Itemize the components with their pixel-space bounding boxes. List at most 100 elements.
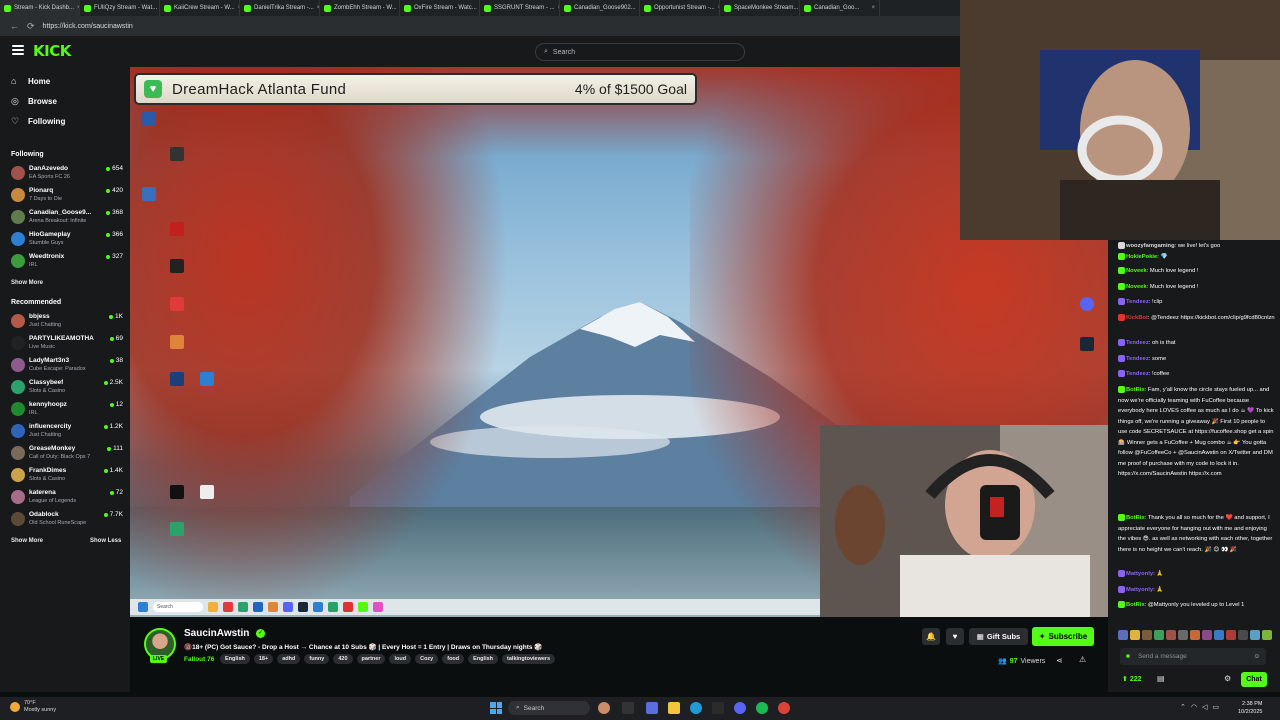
emote-icon[interactable] (1202, 630, 1212, 640)
emote-icon[interactable] (1118, 630, 1128, 640)
discord-icon[interactable] (734, 702, 746, 714)
browser-tab[interactable]: SpaceMonkee Stream...× (720, 0, 800, 16)
stream-tag[interactable]: 420 (333, 654, 353, 664)
kick-logo[interactable]: KICK (33, 42, 71, 60)
chat-username[interactable]: Noveek (1126, 268, 1147, 274)
chat-username[interactable]: HokiePokie (1126, 254, 1157, 260)
emote-icon[interactable] (1262, 630, 1272, 640)
wifi-icon[interactable]: ◠ (1191, 703, 1197, 711)
system-tray[interactable]: ⌃ ◠ ◁ ▭ (1180, 703, 1219, 711)
chat-username[interactable]: KickBot (1126, 315, 1148, 321)
stream-tag[interactable]: loud (389, 654, 412, 664)
stream-tag[interactable]: adhd (277, 654, 301, 664)
settings-icon[interactable]: ⚙ (1224, 674, 1231, 683)
volume-icon[interactable]: ◁ (1202, 703, 1207, 711)
report-icon[interactable]: ⚠ (1079, 655, 1086, 664)
avatar-icon[interactable] (598, 702, 610, 714)
sidebar-channel[interactable]: PARTYLIKEAMOTHA Live Music 69 (11, 333, 123, 353)
sidebar-channel[interactable]: DanAzevedo EA Sports FC 26 654 (11, 163, 123, 183)
sidebar-channel[interactable]: LadyMart3n3 Cube Escape: Paradox 38 (11, 355, 123, 375)
sidebar-channel[interactable]: bbjess Just Chatting 1K (11, 311, 123, 331)
edge-icon[interactable] (690, 702, 702, 714)
emote-icon[interactable] (1142, 630, 1152, 640)
copilot-icon[interactable] (646, 702, 658, 714)
url-text[interactable]: https://kick.com/saucinawstin (43, 23, 133, 30)
chat-input[interactable]: ■ Send a message ☺ (1120, 648, 1266, 665)
stream-tag[interactable]: 18+ (253, 654, 274, 664)
browser-tab[interactable]: DanielTrika Stream -... × (240, 0, 320, 16)
emote-icon[interactable] (1166, 630, 1176, 640)
app-icon[interactable] (712, 702, 724, 714)
emoji-icon[interactable]: ☺ (1253, 653, 1260, 660)
back-icon[interactable]: ← (10, 21, 19, 31)
task-view-icon[interactable] (622, 702, 634, 714)
sidebar-channel[interactable]: Odablock Old School RuneScape 7.7K (11, 509, 123, 529)
emote-icon[interactable] (1238, 630, 1248, 640)
sidebar-channel[interactable]: Weedtronix IRL 327 (11, 251, 123, 271)
gift-subs-button[interactable]: ▦ Gift Subs (969, 628, 1028, 645)
stream-category[interactable]: Fallout 76 (184, 656, 214, 663)
recommended-show-less-button[interactable]: Show Less (90, 538, 121, 544)
chat-username[interactable]: Noveek (1126, 284, 1147, 290)
sidebar-channel[interactable]: GreaseMonkey Call of Duty: Black Ops 7 111 (11, 443, 123, 463)
following-show-more-button[interactable]: Show More (11, 280, 43, 286)
chat-send-button[interactable]: Chat (1241, 672, 1267, 687)
browser-tab[interactable]: KaiiCrew Stream - W...× (160, 0, 240, 16)
chat-points[interactable]: ⬆ 222 (1122, 675, 1142, 683)
browser-tab[interactable]: Stream - Kick Dashb...× (0, 0, 80, 16)
battery-icon[interactable]: ▭ (1212, 703, 1219, 711)
stream-tag[interactable]: food (442, 654, 465, 664)
sidebar-channel[interactable]: Canadian_Goose9... Arena Breakout: Infini… (11, 207, 123, 227)
emote-icon[interactable] (1226, 630, 1236, 640)
calendar-icon[interactable]: ▤ (1157, 674, 1165, 683)
stream-tag[interactable]: Cozy (415, 654, 439, 664)
chat-username[interactable]: BotRix (1126, 515, 1145, 521)
emote-icon[interactable] (1190, 630, 1200, 640)
stream-tag[interactable]: funny (304, 654, 330, 664)
browser-tab[interactable]: OxFire Stream - Watc...× (400, 0, 480, 16)
nav-following[interactable]: ♡ Following (11, 117, 65, 127)
chat-username[interactable]: woozyfamgaming (1126, 243, 1175, 249)
weather-widget[interactable]: 70°F Mostly sunny (10, 700, 56, 714)
chat-username[interactable]: Tendeez (1126, 340, 1149, 346)
spotify-icon[interactable] (756, 702, 768, 714)
windows-search-input[interactable]: ⌕ Search (508, 701, 590, 715)
share-icon[interactable]: ⋖ (1056, 656, 1063, 665)
sidebar-channel[interactable]: HioGameplay Stumble Guys 366 (11, 229, 123, 249)
browser-tab[interactable]: Opportunist Stream -...× (640, 0, 720, 16)
close-tab-icon[interactable]: × (871, 5, 875, 11)
chrome-icon[interactable] (778, 702, 790, 714)
emote-icon[interactable] (1250, 630, 1260, 640)
sidebar-channel[interactable]: Classybeef Slots & Casino 2.5K (11, 377, 123, 397)
nav-home[interactable]: ⌂ Home (11, 77, 50, 87)
follow-button[interactable]: ♥ (946, 628, 964, 645)
sidebar-channel[interactable]: FrankDimes Slots & Casino 1.4K (11, 465, 123, 485)
chat-username[interactable]: Tendeez (1126, 356, 1149, 362)
chat-username[interactable]: Tendeez (1126, 371, 1149, 377)
streamer-name[interactable]: SaucinAwstin (184, 628, 249, 639)
browser-tab[interactable]: Canadian_Goo... × (800, 0, 880, 16)
chat-username[interactable]: Tendeez (1126, 299, 1149, 305)
sidebar-channel[interactable]: influencercity Just Chatting 1.2K (11, 421, 123, 441)
sidebar-channel[interactable]: kennyhoopz IRL 12 (11, 399, 123, 419)
emote-icon[interactable] (1154, 630, 1164, 640)
windows-start-icon[interactable] (490, 702, 502, 714)
emote-icon[interactable] (1214, 630, 1224, 640)
nav-browse[interactable]: ◎ Browse (11, 97, 57, 107)
chat-username[interactable]: Mattyonly (1126, 587, 1153, 593)
search-input[interactable]: ⌕ Search (535, 43, 745, 61)
chevron-up-icon[interactable]: ⌃ (1180, 703, 1186, 711)
emote-icon[interactable] (1178, 630, 1188, 640)
stream-tag[interactable]: partner (356, 654, 386, 664)
sidebar-channel[interactable]: katerena League of Legends 72 (11, 487, 123, 507)
stream-tag[interactable]: English (468, 654, 499, 664)
browser-tab[interactable]: Canadian_Goose902...× (560, 0, 640, 16)
stream-tag[interactable]: English (220, 654, 250, 664)
recommended-show-more-button[interactable]: Show More (11, 538, 43, 544)
chat-username[interactable]: BotRix (1126, 387, 1145, 393)
browser-tab[interactable]: FUliQzy Stream - Wat...× (80, 0, 160, 16)
notification-bell-button[interactable]: 🔔 (922, 628, 940, 645)
menu-icon[interactable] (12, 45, 24, 55)
system-clock[interactable]: 2:38 PM 10/2/2025 (1238, 700, 1262, 716)
chat-username[interactable]: Mattyonly (1126, 571, 1153, 577)
